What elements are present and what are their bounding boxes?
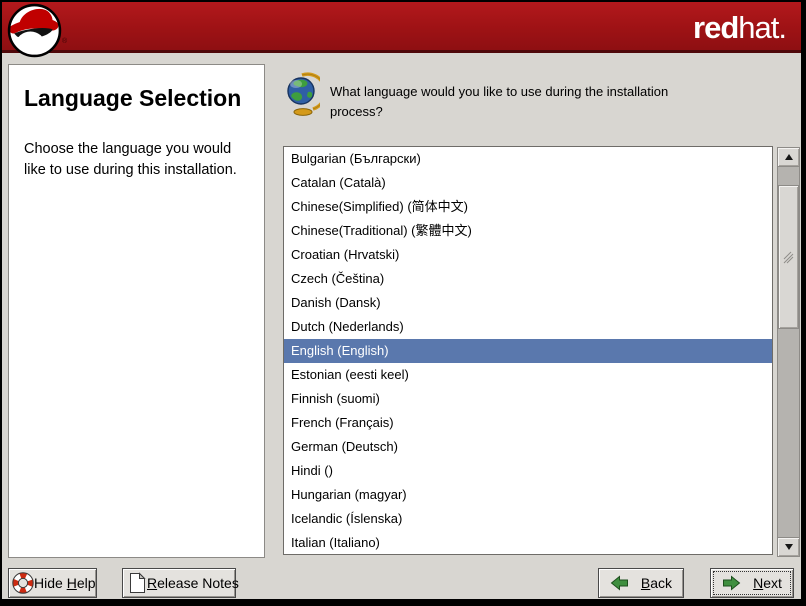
globe-icon — [286, 72, 320, 116]
language-list-item[interactable]: Finnish (suomi) — [284, 387, 772, 411]
language-list-item[interactable]: French (Français) — [284, 411, 772, 435]
hide-help-button[interactable]: Hide Help — [8, 568, 97, 598]
scrollbar-down-button[interactable] — [777, 537, 800, 557]
next-button[interactable]: Next — [710, 568, 794, 598]
language-list-item[interactable]: Danish (Dansk) — [284, 291, 772, 315]
language-list-item[interactable]: Estonian (eesti keel) — [284, 363, 772, 387]
scrollbar-grip-icon — [783, 251, 794, 264]
language-list-item[interactable]: German (Deutsch) — [284, 435, 772, 459]
scrollbar-thumb[interactable] — [778, 185, 799, 329]
help-text: Choose the language you would like to us… — [24, 139, 252, 181]
lifebuoy-icon — [12, 572, 34, 594]
language-list-item[interactable]: Catalan (Català) — [284, 171, 772, 195]
scrollbar-up-button[interactable] — [777, 147, 800, 167]
language-list-item[interactable]: English (English) — [284, 339, 772, 363]
redhat-wordmark: redhat. — [693, 8, 786, 48]
language-list-item[interactable]: Hindi () — [284, 459, 772, 483]
question-row: What language would you like to use duri… — [286, 72, 688, 122]
scrollbar-up-icon — [785, 154, 793, 160]
back-button[interactable]: Back — [598, 568, 684, 598]
language-list: Bulgarian (Български)Catalan (Català)Chi… — [283, 146, 773, 555]
title-banner: redhat. — [2, 2, 801, 53]
wordmark-hat: hat. — [738, 10, 786, 45]
release-notes-button[interactable]: Release Notes — [122, 568, 236, 598]
language-list-item[interactable]: Czech (Čeština) — [284, 267, 772, 291]
installer-window: redhat. ® Language Selection Choose the … — [0, 0, 806, 606]
language-list-item[interactable]: Chinese(Traditional) (繁體中文) — [284, 219, 772, 243]
help-panel: Language Selection Choose the language y… — [8, 64, 265, 558]
document-icon — [128, 572, 147, 594]
page-title: Language Selection — [24, 85, 252, 112]
wordmark-red: red — [693, 10, 738, 45]
language-list-item[interactable]: Italian (Italiano) — [284, 531, 772, 555]
hide-help-label: Hide — [34, 575, 67, 591]
scrollbar-down-icon — [785, 544, 793, 550]
language-list-item[interactable]: Icelandic (Íslenska) — [284, 507, 772, 531]
language-list-item[interactable]: Dutch (Nederlands) — [284, 315, 772, 339]
back-arrow-icon — [610, 575, 629, 591]
scrollbar-trough[interactable] — [777, 167, 800, 537]
language-list-item[interactable]: Bulgarian (Български) — [284, 147, 772, 171]
next-arrow-icon — [722, 575, 741, 591]
redhat-shadowman-logo-icon — [6, 2, 63, 59]
question-text: What language would you like to use duri… — [330, 72, 688, 122]
language-list-item[interactable]: Croatian (Hrvatski) — [284, 243, 772, 267]
language-list-item[interactable]: Chinese(Simplified) (简体中文) — [284, 195, 772, 219]
language-list-scrollbar — [777, 147, 800, 557]
language-list-item[interactable]: Hungarian (magyar) — [284, 483, 772, 507]
registered-trademark-mark: ® — [62, 38, 67, 45]
